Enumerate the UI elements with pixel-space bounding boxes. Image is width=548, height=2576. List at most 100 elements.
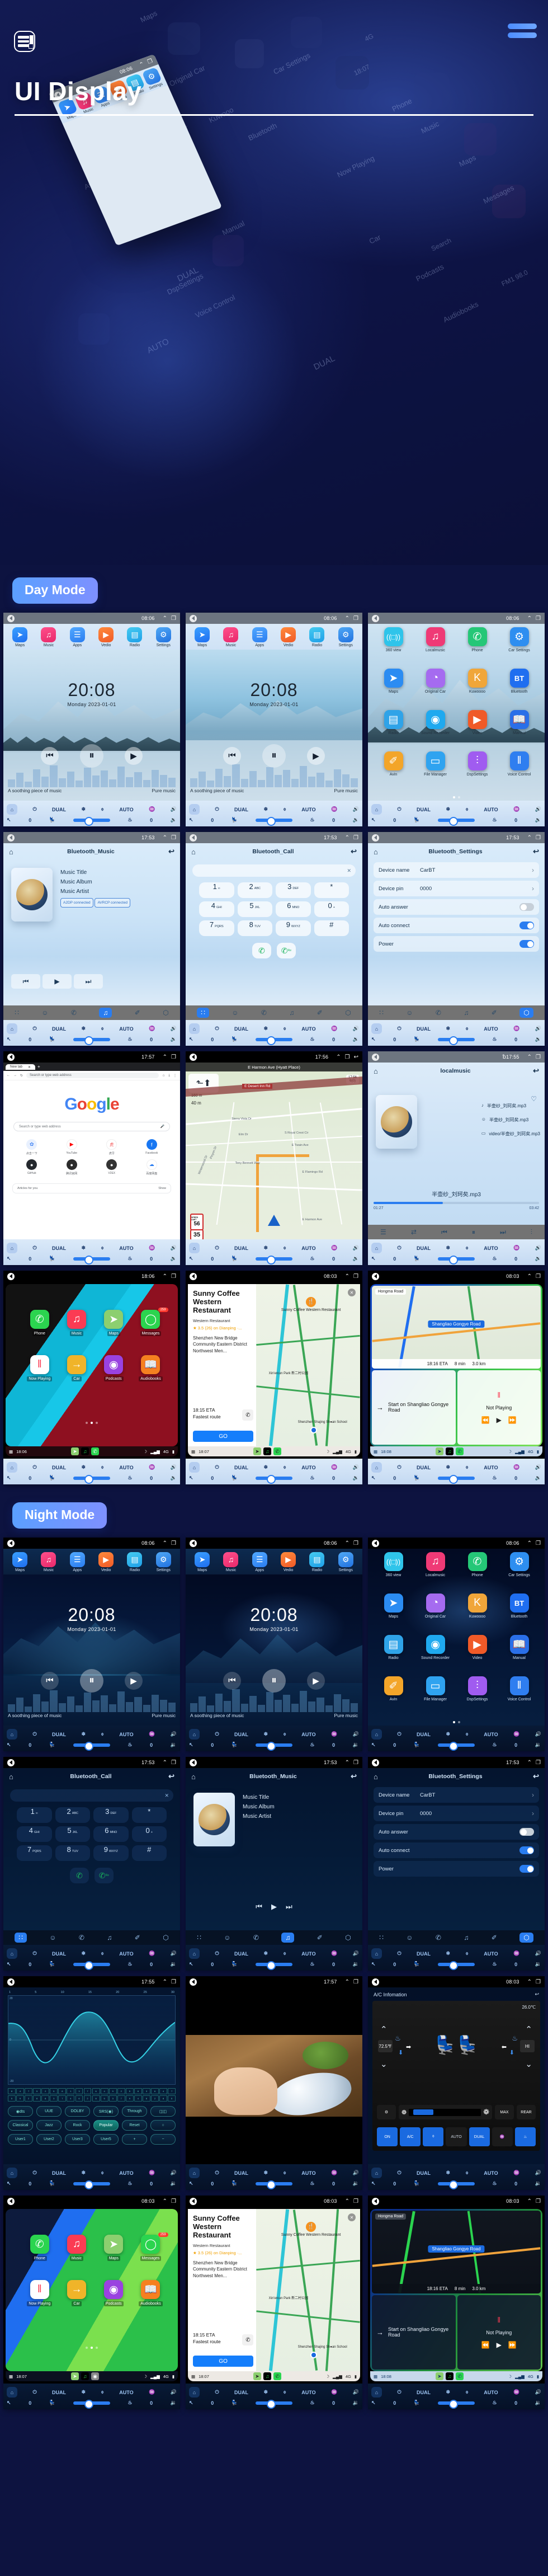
- home-icon[interactable]: ⌂: [371, 2387, 382, 2398]
- app-bluetooth[interactable]: BT Bluetooth: [498, 669, 540, 710]
- now-playing-tile[interactable]: ‖ Not Playing ⏪ ▶ ⏩: [457, 2295, 541, 2370]
- dual-label[interactable]: DUAL: [52, 807, 66, 812]
- dock-item-radio[interactable]: ▤ Radio: [305, 627, 329, 647]
- clear-icon[interactable]: ✕: [164, 1793, 169, 1799]
- dock-item-music[interactable]: ♫ Music: [36, 627, 61, 647]
- chevron-up-icon[interactable]: ⌃: [345, 1979, 349, 1985]
- volume-down-icon[interactable]: 🔉: [535, 2400, 541, 2406]
- key-8[interactable]: 8 TUV: [237, 920, 272, 936]
- carplay-app-music[interactable]: ♫ Music: [58, 2235, 95, 2262]
- home-icon[interactable]: ⌂: [191, 848, 196, 856]
- auto-label[interactable]: AUTO: [484, 2390, 498, 2395]
- tab-grid[interactable]: ∷: [15, 1009, 19, 1017]
- call-button[interactable]: ✆: [242, 1409, 254, 1421]
- app-radio[interactable]: ▤ Radio: [372, 1635, 414, 1676]
- tab-music[interactable]: ♫: [99, 1008, 112, 1018]
- app-phone[interactable]: ✆ Phone: [456, 1552, 498, 1593]
- call-button[interactable]: ✆: [70, 1868, 89, 1883]
- list-icon[interactable]: ☰: [380, 1228, 386, 1236]
- fan-slider[interactable]: [437, 1474, 475, 1484]
- eq-mode-dts[interactable]: ◉dts: [8, 2106, 33, 2117]
- volume-down-icon[interactable]: 🔉: [535, 1742, 541, 1748]
- volume-down-icon[interactable]: 🔉: [171, 1256, 177, 1262]
- volume-up-icon[interactable]: 🔊: [353, 1026, 359, 1032]
- power-icon[interactable]: ⏻: [397, 1950, 401, 1957]
- recents-icon[interactable]: ❐: [171, 1979, 176, 1985]
- defrost-icon[interactable]: ♒: [149, 1950, 155, 1957]
- home-icon[interactable]: ⌂: [189, 1948, 200, 1959]
- next-button[interactable]: ⏭: [500, 1228, 506, 1237]
- chevron-up-icon[interactable]: ⌃: [163, 2198, 167, 2204]
- recents-icon[interactable]: ❐: [536, 835, 541, 841]
- prev-button[interactable]: ⏮: [223, 746, 241, 765]
- navigation-map[interactable]: E Harmon Ave (Hyatt Place) ⬑⬆ 160 m 40 m…: [186, 1063, 362, 1239]
- power-icon[interactable]: ⏻: [215, 1245, 219, 1251]
- chevron-up-icon[interactable]: ⌃: [163, 1979, 167, 1985]
- power-icon[interactable]: ⏻: [397, 1464, 401, 1470]
- volume-down-icon[interactable]: 🔉: [171, 2180, 177, 2187]
- power-icon[interactable]: ⏻: [397, 2170, 401, 2176]
- recirculate-icon[interactable]: ⌽: [283, 806, 286, 812]
- next-button[interactable]: ▶: [307, 746, 325, 765]
- seat-icon[interactable]: 💺: [414, 1036, 420, 1042]
- seat-icon[interactable]: 💺: [49, 817, 55, 823]
- key-4[interactable]: 4 GHI: [17, 1826, 52, 1842]
- now-playing-tile[interactable]: ‖ Not Playing ⏪ ▶ ⏩: [457, 1370, 541, 1445]
- power-icon[interactable]: ⏻: [32, 2170, 36, 2176]
- fan-slider[interactable]: [73, 1741, 110, 1751]
- eq-user5[interactable]: User5: [93, 2134, 119, 2145]
- app-original-car[interactable]: ◔ Original Car: [414, 1593, 456, 1635]
- back-icon[interactable]: [372, 2197, 379, 2205]
- back-icon[interactable]: [7, 1759, 15, 1766]
- place-map[interactable]: ✕ 🍴 Sunny Coffee Western Restaurant Xin'…: [256, 2209, 360, 2371]
- app-dsp-settings[interactable]: ⫶ DspSettings: [456, 1676, 498, 1718]
- defrost-icon[interactable]: ♒: [331, 1731, 337, 1737]
- volume-down-icon[interactable]: 🔉: [353, 1961, 359, 1967]
- recirculate-icon[interactable]: ⌽: [101, 1026, 103, 1032]
- carplay-app-maps[interactable]: ➤ Maps: [95, 2235, 132, 2262]
- recirculate-icon[interactable]: ⌽: [101, 1245, 103, 1251]
- fan-slider[interactable]: [437, 2399, 475, 2409]
- music-icon[interactable]: ♫: [446, 2372, 454, 2380]
- key-2[interactable]: 2 ABC: [55, 1807, 90, 1823]
- dual-label[interactable]: DUAL: [234, 1026, 248, 1032]
- eq-band-matrix[interactable]: 84752561376492583647 5926837462853794628…: [8, 2088, 176, 2102]
- home-icon[interactable]: ⌂: [371, 1729, 382, 1740]
- home-icon[interactable]: ⌂: [7, 1243, 17, 1253]
- seat-heat-icon[interactable]: ♨: [492, 2400, 497, 2406]
- phone-icon[interactable]: ✆: [91, 1447, 100, 1455]
- recirculate-icon[interactable]: ⌽: [283, 2389, 286, 2395]
- phone-icon[interactable]: ✆: [273, 2372, 282, 2380]
- recents-icon[interactable]: ❐: [353, 2198, 358, 2204]
- close-icon[interactable]: ✕: [348, 1289, 356, 1296]
- seat-icon[interactable]: 💺: [49, 1256, 55, 1262]
- app-360-view[interactable]: ((□)) 360 view: [372, 627, 414, 669]
- home-icon[interactable]: ⌂: [7, 804, 17, 815]
- carplay-app-car[interactable]: → Car: [58, 1355, 95, 1382]
- volume-up-icon[interactable]: 🔊: [535, 2170, 541, 2176]
- return-icon[interactable]: ↩: [354, 1054, 358, 1060]
- chevron-up-icon[interactable]: ⌃: [138, 61, 145, 68]
- dual-label[interactable]: DUAL: [234, 2390, 248, 2395]
- auto-label[interactable]: AUTO: [119, 1465, 133, 1470]
- dual-label[interactable]: DUAL: [417, 2390, 431, 2395]
- tab-phone[interactable]: ✆: [261, 1009, 267, 1017]
- right-up-icon[interactable]: ⌃: [525, 2024, 532, 2034]
- recents-icon[interactable]: ❐: [536, 2198, 541, 2204]
- screen-bluetooth-call-night[interactable]: 17:53 ⌃ ❐ ⌂ Bluetooth_Call ↩ ✕ 1 ∞ 2 ABC 3…: [3, 1757, 180, 1971]
- rewind-button[interactable]: ⏪: [481, 2341, 490, 2349]
- seat-icon[interactable]: 💺: [232, 2180, 238, 2187]
- dock-item-maps[interactable]: ➤ Maps: [8, 1552, 32, 1572]
- prev-button[interactable]: ⏮: [441, 1228, 447, 1237]
- chevron-up-icon[interactable]: ⌃: [527, 615, 532, 622]
- shortcut[interactable]: ● V2EX: [92, 1159, 131, 1176]
- seat-icon[interactable]: 💺: [49, 1742, 55, 1748]
- seat-heat-icon[interactable]: ♨: [310, 817, 314, 823]
- video-player[interactable]: [186, 1987, 362, 2164]
- chevron-up-icon[interactable]: ⌃: [345, 1540, 349, 1546]
- back-icon[interactable]: [7, 2197, 15, 2205]
- chevron-up-icon[interactable]: ⌃: [527, 2198, 532, 2204]
- seat-heat-icon[interactable]: ♨: [492, 1961, 497, 1967]
- setting-auto-connect[interactable]: Auto connect: [374, 918, 539, 933]
- screen-ac-info-night[interactable]: 08:03 ⌃ ❐ A/C Infomation ↩ 26.0℃ ⌃ ⌃ 72.…: [368, 1976, 545, 2190]
